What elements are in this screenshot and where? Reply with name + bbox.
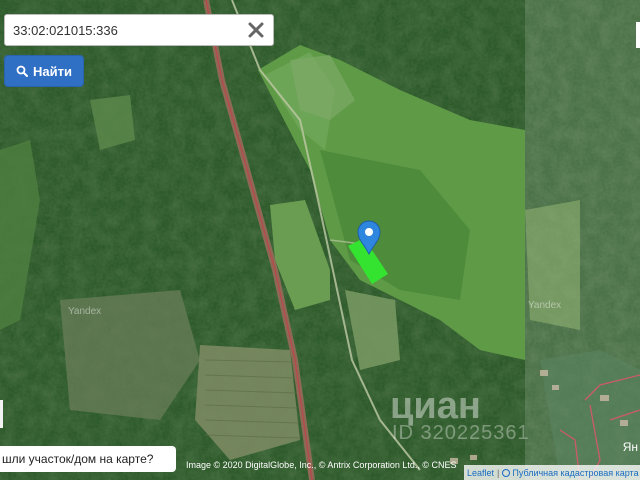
place-label: Ян <box>622 440 638 454</box>
find-button[interactable]: Найти <box>4 55 84 87</box>
attribution-separator: | <box>497 467 500 478</box>
search-icon <box>16 65 29 77</box>
satellite-map[interactable]: Yandex Yandex циан ID 320225361 Ян <box>0 0 640 480</box>
satellite-imagery <box>0 0 640 480</box>
clear-search-button[interactable] <box>243 16 269 44</box>
left-edge-handle[interactable] <box>0 400 3 428</box>
leaflet-link[interactable]: Leaflet <box>467 468 494 478</box>
feedback-text: шли участок/дом на карте? <box>2 452 154 466</box>
cadastral-map-link[interactable]: Публичная кадастровая карта <box>512 468 638 478</box>
close-icon <box>248 22 264 38</box>
search-box <box>4 14 274 46</box>
feedback-prompt[interactable]: шли участок/дом на карте? <box>0 446 176 472</box>
map-edge-control[interactable] <box>636 22 640 48</box>
map-attribution: Leaflet | Публичная кадастровая карта <box>464 465 640 480</box>
yandex-watermark: Yandex <box>528 300 562 311</box>
cadastral-number-input[interactable] <box>5 16 243 44</box>
cian-listing-id: ID 320225361 <box>392 422 530 444</box>
globe-icon <box>502 468 511 477</box>
imagery-attribution: Image © 2020 DigitalGlobe, Inc., © Antri… <box>186 460 457 470</box>
yandex-watermark: Yandex <box>68 306 102 317</box>
find-button-label: Найти <box>33 63 72 79</box>
